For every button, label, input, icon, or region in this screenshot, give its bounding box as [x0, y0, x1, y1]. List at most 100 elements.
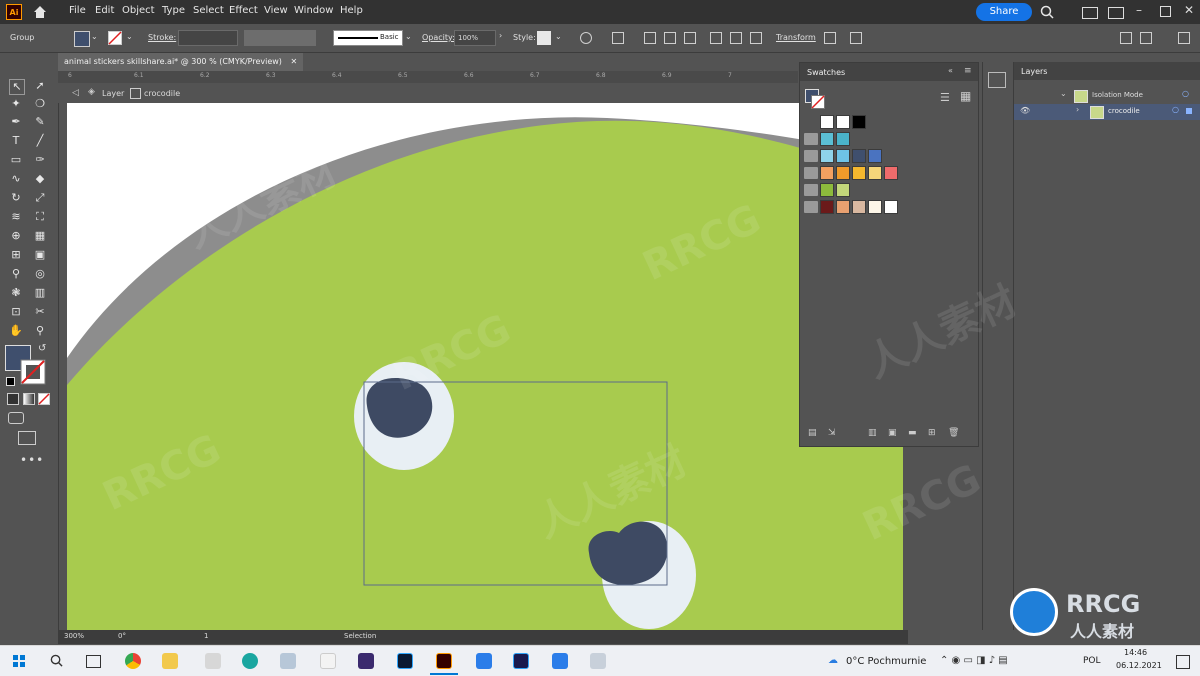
weather-icon[interactable]: ☁ — [828, 655, 838, 666]
word-icon[interactable] — [320, 653, 336, 669]
list-view-icon[interactable]: ☰ — [940, 91, 950, 104]
hand-tool-icon[interactable]: ✋ — [9, 324, 23, 338]
shaper-tool-icon[interactable]: ∿ — [9, 172, 23, 186]
selection-tool-icon[interactable]: ↖ — [9, 79, 25, 95]
file-explorer-icon[interactable] — [162, 653, 178, 669]
graphic-style-swatch[interactable] — [537, 31, 551, 45]
show-kinds-icon[interactable]: ▥ — [868, 428, 877, 438]
artboards-panel-icon[interactable] — [988, 72, 1006, 88]
color-swatch[interactable] — [884, 166, 898, 180]
color-swatch[interactable] — [852, 166, 866, 180]
paintbrush-tool-icon[interactable]: ✑ — [33, 153, 47, 167]
color-swatch[interactable] — [820, 149, 834, 163]
chrome-icon[interactable] — [125, 653, 141, 669]
search-icon[interactable] — [1040, 5, 1054, 19]
chevron-down-icon[interactable]: ⌄ — [555, 32, 562, 41]
color-swatch[interactable] — [836, 132, 850, 146]
color-swatch[interactable] — [820, 115, 834, 129]
recolor-icon[interactable] — [580, 32, 592, 44]
close-tab-icon[interactable]: ✕ — [290, 57, 297, 66]
photoshop-icon[interactable] — [397, 653, 413, 669]
color-swatch[interactable] — [852, 200, 866, 214]
breadcrumb-layer[interactable]: Layer — [102, 89, 124, 98]
input-language[interactable]: POL — [1083, 656, 1101, 666]
notifications-icon[interactable] — [1176, 655, 1190, 669]
shape-builder-tool-icon[interactable]: ⊕ — [9, 229, 23, 243]
perspective-grid-tool-icon[interactable]: ▦ — [33, 229, 47, 243]
blend-tool-icon[interactable]: ◎ — [33, 267, 47, 281]
stroke-label[interactable]: Stroke: — [148, 33, 176, 42]
new-swatch-icon[interactable]: ⊞ — [928, 428, 936, 438]
grid-view-icon[interactable]: ▦ — [960, 89, 971, 103]
selection-indicator[interactable] — [1186, 108, 1192, 114]
swatch-options-icon[interactable]: ▣ — [888, 428, 897, 438]
magic-wand-tool-icon[interactable]: ✦ — [9, 97, 23, 111]
align-center-icon[interactable] — [664, 32, 676, 44]
column-graph-tool-icon[interactable]: ▥ — [33, 286, 47, 300]
color-group-folder-icon[interactable] — [804, 184, 818, 196]
direct-selection-tool-icon[interactable]: ➚ — [33, 79, 47, 93]
workspace-icon[interactable] — [1108, 7, 1124, 19]
chevron-right-icon[interactable]: › — [499, 31, 502, 40]
artboard-canvas[interactable] — [67, 103, 903, 630]
current-stroke-swatch[interactable] — [811, 95, 825, 109]
eraser-tool-icon[interactable]: ◆ — [33, 172, 47, 186]
menu-file[interactable]: File — [69, 5, 86, 16]
target-icon[interactable]: ○ — [1182, 89, 1189, 98]
align-to-icon[interactable] — [612, 32, 624, 44]
color-group-folder-icon[interactable] — [804, 133, 818, 145]
premiere-rush-icon[interactable] — [513, 653, 529, 669]
app-icon[interactable] — [476, 653, 492, 669]
clock-date[interactable]: 06.12.2021 — [1116, 661, 1162, 670]
color-swatch[interactable] — [836, 200, 850, 214]
align-right-icon[interactable] — [684, 32, 696, 44]
color-swatch[interactable] — [852, 115, 866, 129]
color-swatch[interactable] — [836, 183, 850, 197]
lasso-tool-icon[interactable]: ❍ — [33, 97, 47, 111]
delete-swatch-icon[interactable]: 🗑 — [948, 428, 959, 438]
gradient-mode-icon[interactable] — [23, 393, 35, 405]
color-group-folder-icon[interactable] — [804, 167, 818, 179]
share-button[interactable]: Share — [976, 3, 1032, 21]
maximize-icon[interactable] — [1160, 6, 1171, 17]
menu-select[interactable]: Select — [193, 5, 224, 16]
tray-icons[interactable]: ⌃ ◉ ▭ ◨ ♪ ▤ — [940, 655, 1008, 666]
properties-icon[interactable] — [1140, 32, 1152, 44]
align-bottom-icon[interactable] — [750, 32, 762, 44]
chevron-right-icon[interactable]: › — [1076, 105, 1079, 114]
video-app-icon[interactable] — [552, 653, 568, 669]
mesh-tool-icon[interactable]: ⊞ — [9, 248, 23, 262]
back-arrow-icon[interactable]: ◁ — [72, 88, 79, 98]
menu-view[interactable]: View — [264, 5, 288, 16]
menu-type[interactable]: Type — [162, 5, 185, 16]
warp-tool-icon[interactable]: ≋ — [9, 210, 23, 224]
menu-effect[interactable]: Effect — [229, 5, 258, 16]
none-mode-icon[interactable] — [38, 393, 50, 405]
camtasia-icon[interactable] — [358, 653, 374, 669]
minimize-icon[interactable]: – — [1136, 3, 1142, 17]
panel-menu-icon[interactable] — [1178, 32, 1190, 44]
rotate-tool-icon[interactable]: ↻ — [9, 191, 23, 205]
menu-window[interactable]: Window — [294, 5, 333, 16]
align-left-icon[interactable] — [644, 32, 656, 44]
stroke-weight-field[interactable] — [178, 30, 238, 46]
panel-menu-icon[interactable]: ≡ — [964, 66, 972, 76]
gradient-tool-icon[interactable]: ▣ — [33, 248, 47, 262]
arrange-documents-icon[interactable] — [1082, 7, 1098, 19]
symbol-sprayer-tool-icon[interactable]: ❃ — [9, 286, 23, 300]
artboard-number[interactable]: 1 — [204, 632, 208, 640]
color-swatch[interactable] — [836, 115, 850, 129]
puppet-warp-icon[interactable] — [850, 32, 862, 44]
chevron-down-icon[interactable]: ⌄ — [405, 32, 412, 41]
color-swatch[interactable] — [868, 149, 882, 163]
color-mode-icon[interactable] — [7, 393, 19, 405]
pen-tool-icon[interactable]: ✒ — [9, 115, 23, 129]
menu-edit[interactable]: Edit — [95, 5, 114, 16]
color-swatch[interactable] — [868, 166, 882, 180]
color-swatch[interactable] — [884, 200, 898, 214]
start-icon[interactable] — [13, 655, 25, 667]
swatch-libraries-icon[interactable]: ▤ — [808, 428, 817, 438]
menu-help[interactable]: Help — [340, 5, 363, 16]
artboard-tool-icon[interactable]: ⊡ — [9, 305, 23, 319]
color-swatch[interactable] — [820, 166, 834, 180]
